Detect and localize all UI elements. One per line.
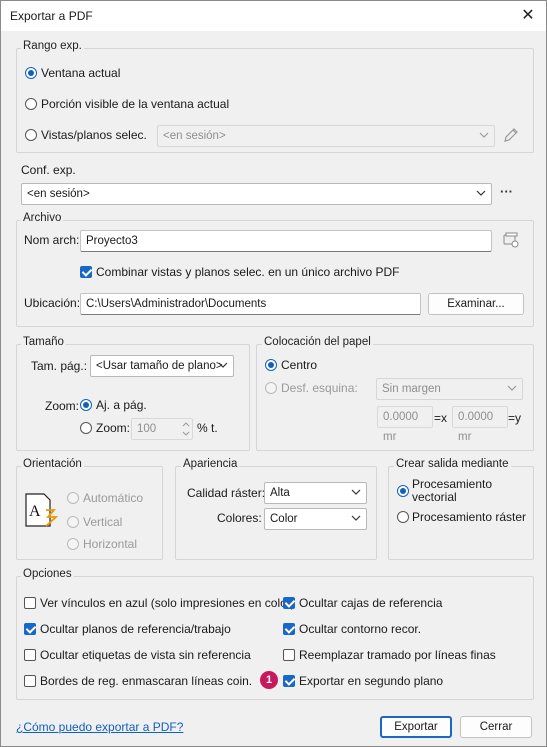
offset-label: Desf. esquina: (281, 381, 358, 395)
blue-links-label: Ver vínculos en azul (solo impresiones e… (40, 596, 295, 610)
chevron-down-icon (351, 489, 361, 495)
visible-portion-label: Porción visible de la ventana actual (41, 97, 230, 111)
offset-y-label: =y (508, 411, 522, 425)
export-button[interactable]: Exportar (380, 716, 452, 738)
file-name-input[interactable]: Proyecto3 (80, 230, 492, 252)
fit-page-label: Aj. a pág. (96, 398, 147, 412)
current-window-label: Ventana actual (41, 66, 121, 80)
file-group-label: Archivo (21, 212, 64, 224)
appearance-group-label: Apariencia (181, 458, 240, 470)
center-radio[interactable] (265, 359, 277, 371)
vector-radio[interactable] (397, 485, 409, 497)
region-edges-label: Bordes de reg. enmascaran líneas coin. (40, 674, 253, 688)
export-pdf-dialog: Exportar a PDF ✕ Rango exp. Ventana actu… (0, 0, 547, 747)
raster-label: Procesamiento ráster (412, 510, 527, 524)
paper-size-value: <Usar tamaño de plano> (96, 360, 223, 372)
location-label: Ubicación: (24, 296, 81, 310)
orientation-page-icon: A (25, 493, 59, 527)
chevron-down-icon (476, 190, 486, 196)
margin-select[interactable]: Sin margen (376, 378, 523, 400)
replace-halftone-label: Reemplazar tramado por líneas finas (299, 648, 496, 662)
paper-size-select[interactable]: <Usar tamaño de plano> (90, 355, 234, 377)
setup-select[interactable]: <en sesión> (21, 183, 492, 205)
offset-x-input[interactable]: 0.0000 mr (377, 406, 433, 443)
range-group-label: Rango exp. (21, 40, 84, 52)
vector-label: Procesamiento vectorial (412, 477, 493, 504)
zoom-option-label: Zoom: (96, 421, 131, 435)
blue-links-checkbox[interactable] (24, 597, 36, 609)
file-settings-icon[interactable] (502, 231, 520, 249)
options-group-label: Opciones (21, 568, 74, 580)
raster-quality-value: Alta (270, 487, 290, 499)
raster-quality-select[interactable]: Alta (264, 482, 367, 504)
selected-views-label: Vistas/planos selec. (41, 128, 147, 142)
margin-value: Sin margen (382, 383, 441, 395)
vertical-label: Vertical (83, 515, 123, 529)
chevron-down-icon (479, 132, 489, 138)
size-group-label: Tamaño (21, 336, 66, 348)
zoom-value: 100 (137, 423, 157, 435)
background-export-label: Exportar en segundo plano (299, 674, 444, 688)
automatic-radio[interactable] (67, 492, 79, 504)
chevron-down-icon (351, 515, 361, 521)
location-input[interactable]: C:\Users\Administrador\Documents (80, 293, 421, 315)
vertical-radio[interactable] (67, 516, 79, 528)
chevron-down-icon (218, 362, 228, 368)
replace-halftone-checkbox[interactable] (283, 649, 295, 661)
background-export-checkbox[interactable] (283, 675, 295, 687)
hide-view-tags-checkbox[interactable] (24, 649, 36, 661)
horizontal-radio[interactable] (67, 538, 79, 550)
help-link[interactable]: ¿Cómo puedo exportar a PDF? (16, 720, 183, 734)
hide-crop-checkbox[interactable] (283, 623, 295, 635)
colors-label: Colores: (217, 511, 262, 525)
orientation-group-label: Orientación (21, 458, 84, 470)
callout-badge: 1 (260, 671, 278, 689)
zoom-radio[interactable] (80, 422, 92, 434)
views-select[interactable]: <en sesión> (157, 125, 495, 147)
offset-y-input[interactable]: 0.0000 mr (452, 406, 508, 443)
browse-button[interactable]: Examinar... (428, 293, 524, 315)
offset-x-label: =x (434, 411, 448, 425)
close-button[interactable]: ✕ (516, 4, 540, 28)
combine-label: Combinar vistas y planos selec. en un ún… (96, 265, 400, 279)
offset-radio[interactable] (265, 382, 277, 394)
raster-radio[interactable] (397, 511, 409, 523)
output-group-label: Crear salida mediante (394, 458, 511, 470)
combine-checkbox[interactable] (80, 266, 92, 278)
selected-views-radio[interactable] (25, 129, 37, 141)
hide-view-tags-label: Ocultar etiquetas de vista sin referenci… (40, 648, 251, 662)
raster-quality-label: Calidad ráster: (187, 486, 266, 500)
svg-text:A: A (29, 503, 41, 520)
setup-more-button[interactable]: ··· (500, 184, 513, 199)
region-edges-checkbox[interactable] (24, 675, 36, 687)
chevron-down-icon (507, 385, 517, 391)
hide-ref-planes-label: Ocultar planos de referencia/trabajo (40, 622, 231, 636)
zoom-label: Zoom: (45, 399, 80, 413)
file-name-label: Nom arch: (24, 233, 80, 247)
cancel-button[interactable]: Cerrar (460, 716, 532, 738)
paper-size-label: Tam. pág.: (31, 359, 88, 373)
placement-group-label: Colocación del papel (262, 336, 373, 348)
zoom-spinner-icon[interactable] (180, 419, 192, 439)
hide-ref-boxes-checkbox[interactable] (283, 597, 295, 609)
fit-page-radio[interactable] (80, 399, 92, 411)
window-title: Exportar a PDF (10, 9, 93, 23)
current-window-radio[interactable] (25, 67, 37, 79)
pencil-icon[interactable] (502, 126, 520, 144)
hide-ref-boxes-label: Ocultar cajas de referencia (299, 596, 443, 610)
horizontal-label: Horizontal (83, 537, 138, 551)
center-label: Centro (281, 358, 318, 372)
visible-portion-radio[interactable] (25, 98, 37, 110)
automatic-label: Automático (83, 491, 144, 505)
setup-label: Conf. exp. (21, 163, 76, 177)
zoom-unit: % t. (197, 421, 218, 435)
views-select-value: <en sesión> (163, 130, 226, 142)
colors-select[interactable]: Color (264, 508, 367, 530)
setup-select-value: <en sesión> (27, 188, 90, 200)
title-bar: Exportar a PDF ✕ (1, 1, 546, 31)
colors-value: Color (270, 513, 298, 525)
hide-crop-label: Ocultar contorno recor. (299, 622, 422, 636)
hide-ref-planes-checkbox[interactable] (24, 623, 36, 635)
